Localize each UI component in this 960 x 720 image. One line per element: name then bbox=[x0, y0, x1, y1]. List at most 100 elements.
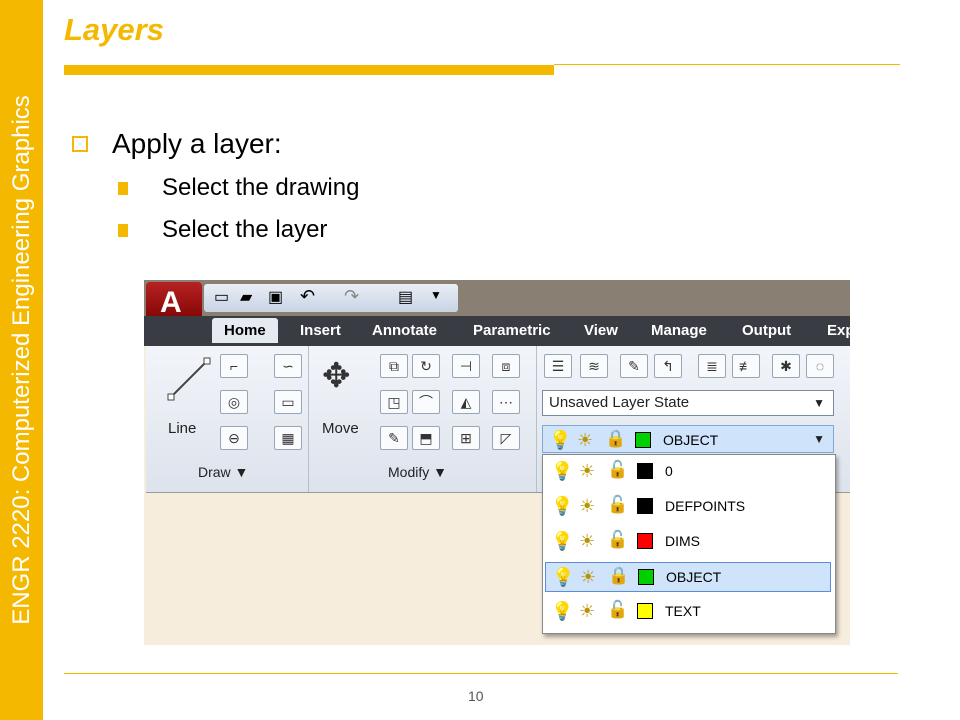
layer-row-object[interactable]: 💡 ☀ 🔒 OBJECT bbox=[545, 562, 831, 592]
qat-dropdown-icon[interactable]: ▼ bbox=[430, 288, 442, 302]
layer-state-value: Unsaved Layer State bbox=[549, 394, 690, 411]
tab-parametric[interactable]: Parametric bbox=[473, 322, 551, 339]
open-folder-icon[interactable]: ▰ bbox=[240, 287, 252, 307]
rotate-icon[interactable]: ↻ bbox=[412, 354, 440, 378]
match-properties-icon[interactable]: ✎ bbox=[380, 426, 408, 450]
footer-divider bbox=[64, 673, 898, 674]
layer-dropdown-list: 💡 ☀ 🔓 0 💡 ☀ 🔓 DEFPOINTS 💡 ☀ 🔓 DIMS 💡 ☀ 🔒… bbox=[542, 454, 836, 634]
fillet-icon[interactable]: ⌒ bbox=[412, 390, 440, 414]
sun-icon[interactable]: ☀ bbox=[580, 567, 596, 588]
erase-icon[interactable]: ⧈ bbox=[492, 354, 520, 378]
sun-icon[interactable]: ☀ bbox=[579, 461, 595, 482]
layer-name: DEFPOINTS bbox=[665, 498, 746, 514]
layer-name: 0 bbox=[665, 463, 673, 479]
tab-annotate[interactable]: Annotate bbox=[372, 322, 437, 339]
tab-view[interactable]: View bbox=[584, 322, 618, 339]
polyline-icon[interactable]: ⌐ bbox=[220, 354, 248, 378]
hatch-icon[interactable]: ▦ bbox=[274, 426, 302, 450]
bulb-icon[interactable]: 💡 bbox=[551, 601, 573, 622]
bullet-sub-1: Select the drawing bbox=[118, 174, 359, 202]
layer-match-icon[interactable]: ✎ bbox=[620, 354, 648, 378]
layer-color-swatch bbox=[635, 432, 651, 448]
scale-icon[interactable]: ⬒ bbox=[412, 426, 440, 450]
unlock-icon[interactable]: 🔓 bbox=[607, 600, 628, 620]
chevron-down-icon[interactable]: ▼ bbox=[813, 432, 825, 446]
layer-row-defpoints[interactable]: 💡 ☀ 🔓 DEFPOINTS bbox=[545, 492, 831, 522]
chevron-down-icon[interactable]: ▼ bbox=[813, 391, 825, 415]
bulb-icon[interactable]: 💡 bbox=[551, 461, 573, 482]
offset-icon[interactable]: ◸ bbox=[492, 426, 520, 450]
layer-row-0[interactable]: 💡 ☀ 🔓 0 bbox=[545, 457, 831, 487]
layer-previous-icon[interactable]: ↰ bbox=[654, 354, 682, 378]
bulb-icon[interactable]: 💡 bbox=[551, 496, 573, 517]
line-tool-icon[interactable] bbox=[166, 356, 212, 402]
new-file-icon[interactable]: ▭ bbox=[214, 287, 229, 307]
bullet-sub-2-text: Select the layer bbox=[162, 216, 328, 243]
filled-square-bullet-icon bbox=[118, 223, 128, 237]
slide-title: Layers bbox=[64, 12, 164, 47]
unlock-icon[interactable]: 🔓 bbox=[607, 530, 628, 550]
layer-color-swatch bbox=[637, 533, 653, 549]
layer-freeze-icon[interactable]: ✱ bbox=[772, 354, 800, 378]
tab-express[interactable]: Exp bbox=[827, 322, 850, 339]
unlock-icon[interactable]: 🔓 bbox=[607, 460, 628, 480]
stretch-icon[interactable]: ◳ bbox=[380, 390, 408, 414]
move-tool-label[interactable]: Move bbox=[322, 420, 359, 437]
panel-divider bbox=[308, 346, 309, 492]
explode-icon[interactable]: ⋯ bbox=[492, 390, 520, 414]
mirror-icon[interactable]: ◭ bbox=[452, 390, 480, 414]
layer-name: DIMS bbox=[665, 533, 700, 549]
layer-properties-icon[interactable]: ☰ bbox=[544, 354, 572, 378]
sun-icon[interactable]: ☀ bbox=[579, 601, 595, 622]
bulb-icon[interactable]: 💡 bbox=[552, 567, 574, 588]
bullet-sub-1-text: Select the drawing bbox=[162, 174, 360, 201]
bulb-icon[interactable]: 💡 bbox=[551, 531, 573, 552]
layer-row-dims[interactable]: 💡 ☀ 🔓 DIMS bbox=[545, 527, 831, 557]
line-tool-label[interactable]: Line bbox=[168, 420, 196, 437]
rectangle-icon[interactable]: ▭ bbox=[274, 390, 302, 414]
bullet-main-text: Apply a layer: bbox=[112, 128, 282, 159]
layer-state-dropdown[interactable]: Unsaved Layer State ▼ bbox=[542, 390, 834, 416]
tab-output[interactable]: Output bbox=[742, 322, 791, 339]
title-underline-line bbox=[554, 64, 900, 65]
draw-panel-label[interactable]: Draw ▼ bbox=[198, 464, 248, 480]
spline-icon[interactable]: ∽ bbox=[274, 354, 302, 378]
layer-color-swatch bbox=[637, 498, 653, 514]
modify-panel-label[interactable]: Modify ▼ bbox=[388, 464, 447, 480]
sun-icon[interactable]: ☀ bbox=[579, 496, 595, 517]
tab-manage[interactable]: Manage bbox=[651, 322, 707, 339]
circle-icon[interactable]: ◎ bbox=[220, 390, 248, 414]
move-tool-icon[interactable]: ✥ bbox=[322, 356, 351, 396]
layer-name: OBJECT bbox=[666, 569, 722, 585]
array-icon[interactable]: ⊞ bbox=[452, 426, 480, 450]
unlock-icon[interactable]: 🔓 bbox=[607, 495, 628, 515]
layer-isolate-icon[interactable]: ≣ bbox=[698, 354, 726, 378]
panel-divider bbox=[536, 346, 537, 492]
current-layer-dropdown[interactable]: 💡 ☀ 🔒 OBJECT ▼ bbox=[542, 425, 834, 453]
bulb-icon[interactable]: 💡 bbox=[549, 430, 571, 451]
sun-icon[interactable]: ☀ bbox=[577, 430, 593, 451]
tab-insert[interactable]: Insert bbox=[300, 322, 341, 339]
copy-icon[interactable]: ⧉ bbox=[380, 354, 408, 378]
current-layer-name: OBJECT bbox=[663, 432, 719, 448]
save-icon[interactable]: ▣ bbox=[268, 287, 283, 307]
undo-icon[interactable]: ↶ bbox=[300, 286, 315, 307]
bullet-sub-2: Select the layer bbox=[118, 216, 327, 244]
layer-row-text[interactable]: 💡 ☀ 🔓 TEXT bbox=[545, 597, 831, 627]
print-icon[interactable]: ▤ bbox=[398, 287, 413, 307]
autocad-screenshot: ▭ ▰ ▣ ↶ ↷ ▤ ▼ A Home Insert Annotate Par… bbox=[144, 280, 850, 645]
sun-icon[interactable]: ☀ bbox=[579, 531, 595, 552]
layer-unisolate-icon[interactable]: ≢ bbox=[732, 354, 760, 378]
layer-off-icon[interactable]: ◌ bbox=[806, 354, 834, 378]
quick-access-toolbar[interactable]: ▭ ▰ ▣ ↶ ↷ ▤ ▼ bbox=[204, 284, 458, 312]
lock-icon[interactable]: 🔒 bbox=[605, 429, 626, 449]
redo-icon[interactable]: ↷ bbox=[344, 286, 359, 307]
ellipse-icon[interactable]: ⊖ bbox=[220, 426, 248, 450]
trim-icon[interactable]: ⊣ bbox=[452, 354, 480, 378]
layer-color-swatch bbox=[637, 463, 653, 479]
layer-states-icon[interactable]: ≋ bbox=[580, 354, 608, 378]
lock-icon[interactable]: 🔒 bbox=[608, 566, 629, 586]
tab-home[interactable]: Home bbox=[212, 318, 278, 343]
sidebar-band: ENGR 2220: Computerized Engineering Grap… bbox=[0, 0, 43, 720]
layer-color-swatch bbox=[638, 569, 654, 585]
